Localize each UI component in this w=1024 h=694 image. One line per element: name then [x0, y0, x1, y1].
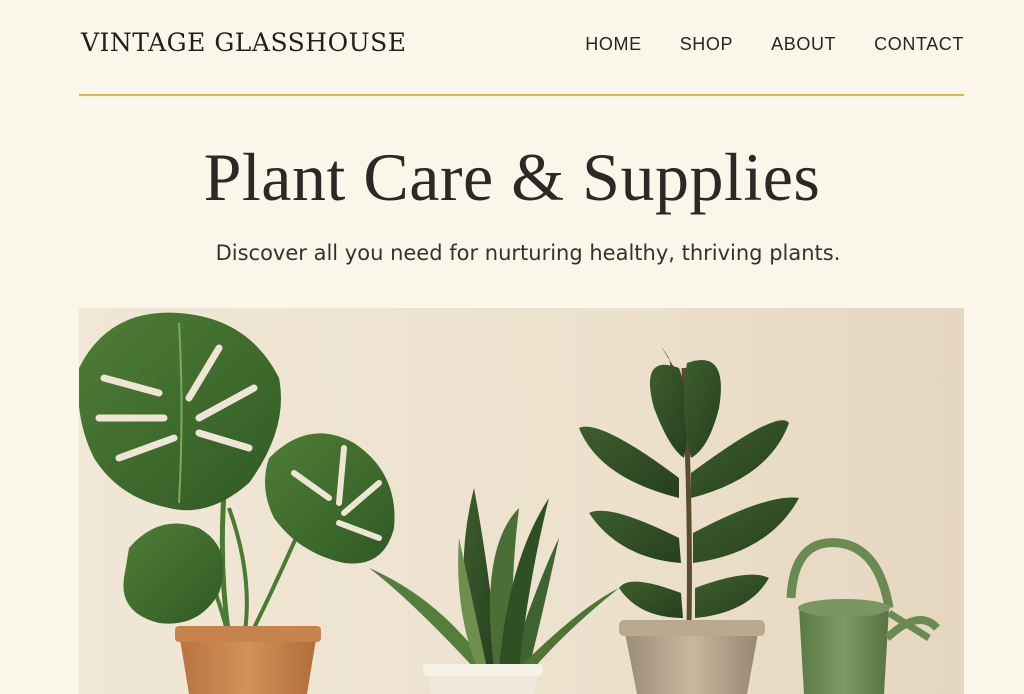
nav-about-link[interactable]: ABOUT — [771, 34, 836, 55]
main-nav: HOME SHOP ABOUT CONTACT — [547, 34, 964, 55]
site-header: VINTAGE GLASSHOUSE HOME SHOP ABOUT CONTA… — [79, 0, 964, 96]
hero-image — [79, 308, 964, 694]
nav-contact-link[interactable]: CONTACT — [874, 34, 964, 55]
stone-pot — [619, 620, 765, 694]
header-divider — [79, 94, 964, 96]
site-logo[interactable]: VINTAGE GLASSHOUSE — [81, 28, 407, 57]
page-title: Plant Care & Supplies — [203, 139, 821, 215]
nav-home-link[interactable]: HOME — [585, 34, 641, 55]
white-pot — [423, 664, 543, 694]
page-subtitle: Discover all you need for nurturing heal… — [215, 241, 841, 265]
nav-shop-link[interactable]: SHOP — [680, 34, 733, 55]
terracotta-pot — [175, 626, 321, 694]
page: VINTAGE GLASSHOUSE HOME SHOP ABOUT CONTA… — [0, 0, 1024, 694]
